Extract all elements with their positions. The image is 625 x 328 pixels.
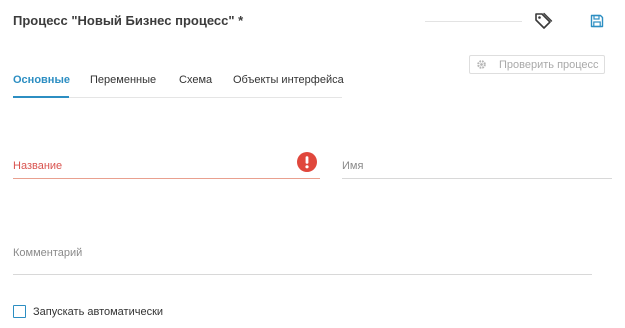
page-title: Процесс "Новый Бизнес процесс" * <box>13 13 244 28</box>
comment-field[interactable]: Комментарий <box>13 240 592 275</box>
id-field-label: Имя <box>342 160 364 172</box>
title-divider <box>425 21 522 22</box>
check-process-label: Проверить процесс <box>499 58 599 71</box>
name-field[interactable]: Название <box>13 152 320 179</box>
tab-main[interactable]: Основные <box>13 74 70 86</box>
check-process-button[interactable]: Проверить процесс <box>469 55 605 74</box>
tab-scheme[interactable]: Схема <box>179 74 212 86</box>
autostart-label: Запускать автоматически <box>33 305 164 318</box>
tab-interface-objects[interactable]: Объекты интерфейса <box>233 74 344 86</box>
autostart-checkbox[interactable] <box>13 305 26 318</box>
tag-icon <box>535 12 553 29</box>
gear-icon <box>477 60 486 69</box>
tag-button[interactable] <box>532 10 554 32</box>
comment-field-label: Комментарий <box>13 247 83 259</box>
id-field[interactable]: Имя <box>342 152 612 179</box>
active-tab-indicator <box>13 96 69 98</box>
exclamation-icon <box>297 152 317 172</box>
tab-bar: Основные Переменные Схема Объекты интерф… <box>13 67 344 98</box>
save-icon <box>590 14 604 28</box>
tab-variables[interactable]: Переменные <box>90 74 156 86</box>
autostart-option[interactable]: Запускать автоматически <box>13 305 163 318</box>
name-field-label: Название <box>13 160 63 172</box>
save-button[interactable] <box>589 13 605 29</box>
